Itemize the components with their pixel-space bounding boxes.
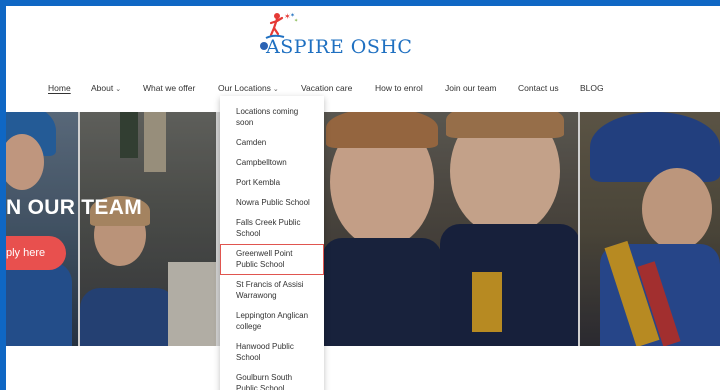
nav-blog[interactable]: BLOG: [580, 83, 604, 93]
dropdown-item-leppington[interactable]: Leppington Anglican college: [220, 306, 324, 337]
svg-text:✶: ✶: [294, 18, 298, 24]
logo-text: ASPIRE OSHC: [259, 36, 413, 58]
dropdown-item-campbelltown[interactable]: Campbelltown: [220, 153, 324, 173]
dropdown-item-port-kembla[interactable]: Port Kembla: [220, 173, 324, 193]
nav-about[interactable]: About ⌄: [91, 83, 121, 93]
nav-join-our-team[interactable]: Join our team: [445, 83, 497, 93]
chevron-down-icon: ⌄: [115, 86, 122, 93]
nav-our-locations[interactable]: Our Locations ⌄: [218, 83, 279, 93]
main-navigation: Home About ⌄ What we offer Our Locations ⌄…: [6, 76, 720, 100]
nav-home[interactable]: Home: [48, 83, 71, 93]
dropdown-item-st-francis[interactable]: St Francis of Assisi Warrawong: [220, 275, 324, 306]
dropdown-item-hanwood[interactable]: Hanwood Public School: [220, 337, 324, 368]
browser-viewport: ✶ ✶ ✶ ASPIRE OSHC Home About ⌄ What we of…: [6, 6, 720, 390]
nav-what-we-offer[interactable]: What we offer: [143, 83, 195, 93]
dropdown-item-greenwell-point[interactable]: Greenwell Point Public School: [220, 244, 324, 275]
apply-here-button[interactable]: ply here: [6, 236, 66, 270]
dropdown-item-nowra[interactable]: Nowra Public School: [220, 193, 324, 213]
hero-title: N OUR TEAM: [6, 196, 142, 219]
chevron-down-icon: ⌄: [272, 86, 279, 93]
dropdown-item-goulburn-south[interactable]: Goulburn South Public School: [220, 368, 324, 390]
hero-banner: N OUR TEAM ply here: [6, 112, 720, 346]
nav-vacation-care[interactable]: Vacation care: [301, 83, 352, 93]
locations-dropdown: Locations coming soon Camden Campbelltow…: [220, 96, 324, 390]
dropdown-item-falls-creek[interactable]: Falls Creek Public School: [220, 213, 324, 244]
hero-overlay: [6, 112, 720, 346]
dropdown-item-camden[interactable]: Camden: [220, 133, 324, 153]
nav-how-to-enrol[interactable]: How to enrol: [375, 83, 423, 93]
nav-contact-us[interactable]: Contact us: [518, 83, 559, 93]
site-logo[interactable]: ✶ ✶ ✶ ASPIRE OSHC: [259, 10, 413, 66]
dropdown-item-locations-coming-soon[interactable]: Locations coming soon: [220, 102, 324, 133]
